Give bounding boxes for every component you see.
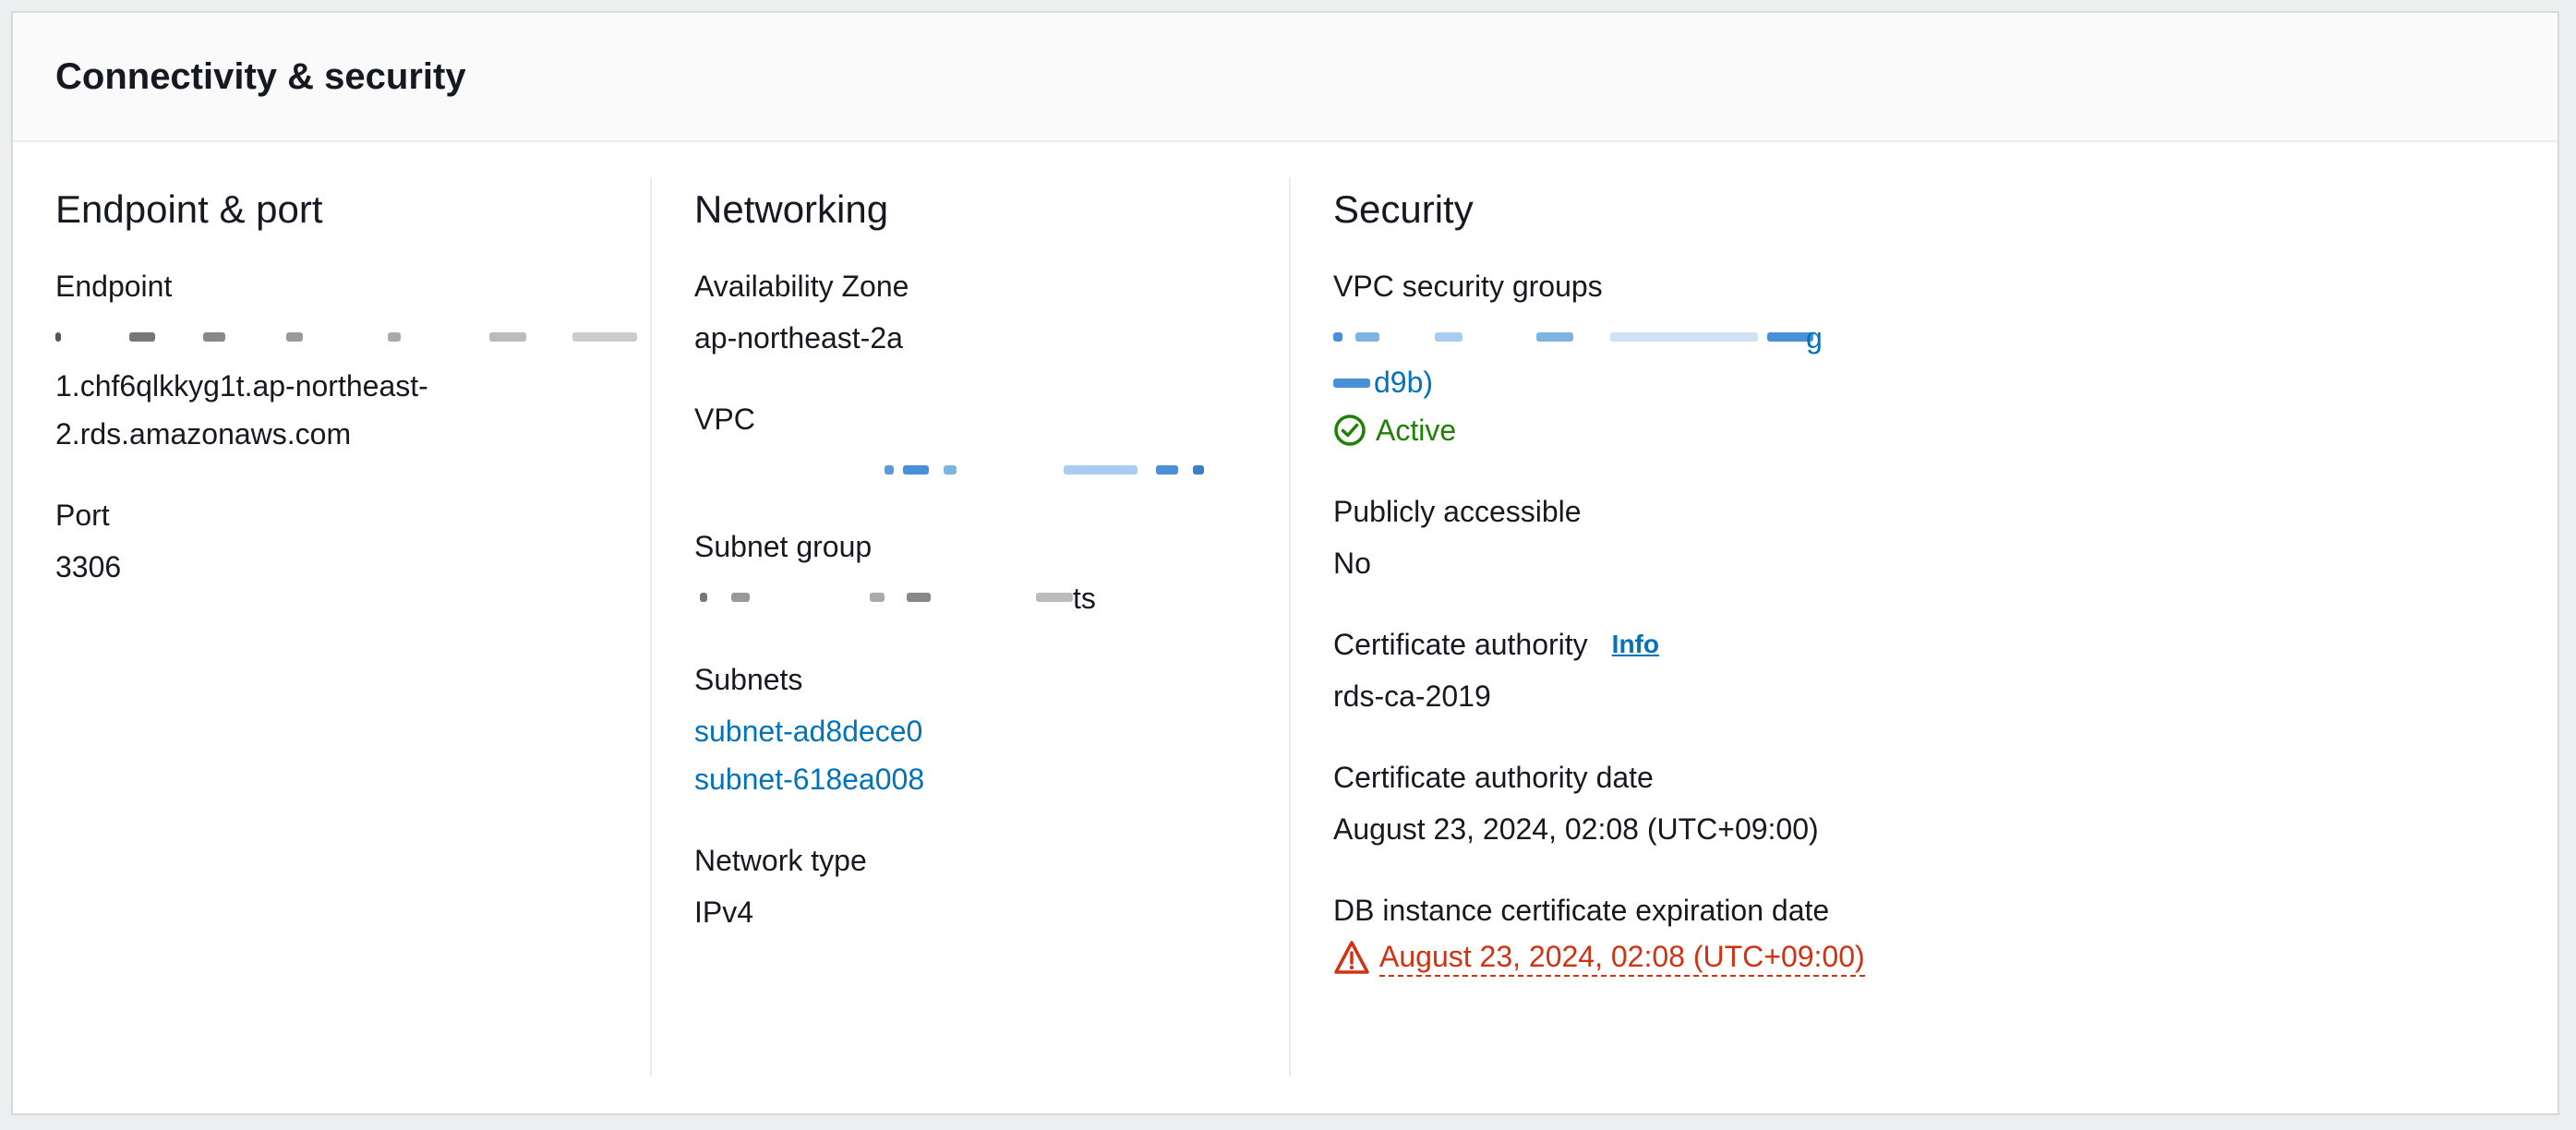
subnet-link-2[interactable]: subnet-618ea008 xyxy=(694,763,924,796)
panel-title: Connectivity & security xyxy=(55,55,466,97)
certificate-authority-label-row: Certificate authority Info xyxy=(1333,624,2526,665)
certificate-authority-field: Certificate authority Info rds-ca-2019 xyxy=(1333,624,2526,720)
certificate-expiration-status[interactable]: August 23, 2024, 02:08 (UTC+09:00) xyxy=(1333,938,2526,977)
subnet-group-redacted: ts xyxy=(694,574,1289,622)
security-heading: Security xyxy=(1333,187,1474,231)
network-type-value: IPv4 xyxy=(694,896,754,929)
certificate-authority-date-value: August 23, 2024, 02:08 (UTC+09:00) xyxy=(1333,812,1819,846)
publicly-accessible-field: Publicly accessible No xyxy=(1333,491,2526,587)
certificate-authority-value: rds-ca-2019 xyxy=(1333,679,1491,713)
vpc-security-group-link-line1[interactable]: g xyxy=(1333,314,2526,362)
certificate-expiration-label: DB instance certificate expiration date xyxy=(1333,894,1830,927)
subnet-link-1[interactable]: subnet-ad8dece0 xyxy=(694,715,922,748)
certificate-expiration-field: DB instance certificate expiration date … xyxy=(1333,890,2526,977)
endpoint-value-line2: 1.chf6qlkkyg1t.ap-northeast- xyxy=(55,369,428,403)
vpc-link-redacted[interactable] xyxy=(694,447,1289,495)
endpoint-field: Endpoint 1.chf6qlkkyg1t.ap-northeast- 2.… xyxy=(55,266,646,458)
vpc-sg-status: Active xyxy=(1333,406,2526,454)
security-column: Security VPC security groups g d9b) Acti… xyxy=(1289,177,2526,1076)
certificate-authority-date-label: Certificate authority date xyxy=(1333,761,1654,794)
vpc-security-groups-label: VPC security groups xyxy=(1333,270,1603,303)
subnets-label: Subnets xyxy=(694,663,803,696)
check-circle-icon xyxy=(1333,414,1366,447)
endpoint-port-column: Endpoint & port Endpoint 1.chf6qlkkyg1t.… xyxy=(55,177,646,1076)
subnet-group-field: Subnet group ts xyxy=(694,526,1289,622)
certificate-authority-info-link[interactable]: Info xyxy=(1612,624,1659,665)
subnet-group-label: Subnet group xyxy=(694,530,873,563)
availability-zone-label: Availability Zone xyxy=(694,270,909,303)
network-type-label: Network type xyxy=(694,844,867,877)
certificate-authority-label: Certificate authority xyxy=(1333,628,1588,661)
endpoint-redacted-line xyxy=(55,314,646,362)
certificate-authority-date-field: Certificate authority date August 23, 20… xyxy=(1333,757,2526,853)
port-field: Port 3306 xyxy=(55,495,646,591)
warning-triangle-icon xyxy=(1333,940,1370,975)
subnet-group-value-tail: ts xyxy=(1073,582,1096,615)
port-value: 3306 xyxy=(55,550,122,583)
panel-header: Connectivity & security xyxy=(13,13,2558,142)
vpc-sg-tail2[interactable]: d9b) xyxy=(1374,358,1433,406)
vpc-sg-status-text: Active xyxy=(1376,414,1457,447)
endpoint-value-line3: 2.rds.amazonaws.com xyxy=(55,417,352,451)
subnets-field: Subnets subnet-ad8dece0 subnet-618ea008 xyxy=(694,659,1289,803)
endpoint-port-heading: Endpoint & port xyxy=(55,187,323,231)
endpoint-label: Endpoint xyxy=(55,270,173,303)
networking-heading: Networking xyxy=(694,187,889,231)
port-label: Port xyxy=(55,499,110,532)
networking-column: Networking Availability Zone ap-northeas… xyxy=(650,177,1289,1076)
vpc-label: VPC xyxy=(694,403,755,436)
vpc-field: VPC xyxy=(694,399,1289,495)
publicly-accessible-label: Publicly accessible xyxy=(1333,495,1582,528)
network-type-field: Network type IPv4 xyxy=(694,840,1289,936)
vpc-security-group-link-line2[interactable]: d9b) xyxy=(1333,358,2526,406)
vpc-sg-tail1[interactable]: g xyxy=(1806,314,1823,362)
availability-zone-field: Availability Zone ap-northeast-2a xyxy=(694,266,1289,362)
columns: Endpoint & port Endpoint 1.chf6qlkkyg1t.… xyxy=(13,177,2558,1076)
publicly-accessible-value: No xyxy=(1333,547,1371,580)
certificate-expiration-value[interactable]: August 23, 2024, 02:08 (UTC+09:00) xyxy=(1379,938,1865,977)
connectivity-security-panel: Connectivity & security Endpoint & port … xyxy=(11,11,2559,1115)
availability-zone-value: ap-northeast-2a xyxy=(694,321,903,355)
vpc-security-groups-field: VPC security groups g d9b) Active xyxy=(1333,266,2526,454)
